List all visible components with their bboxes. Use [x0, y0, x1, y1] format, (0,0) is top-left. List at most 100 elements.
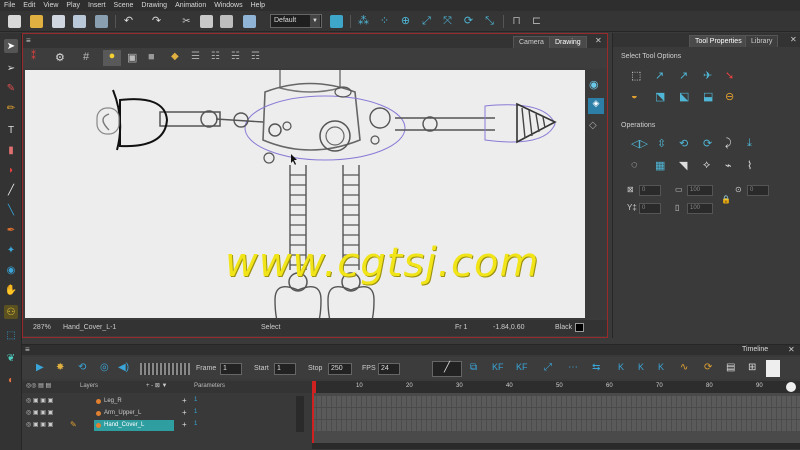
start-field[interactable]: 1: [274, 363, 296, 375]
stop-motion-icon[interactable]: ⇆: [592, 362, 600, 373]
y-position-field[interactable]: 0: [639, 203, 661, 214]
hand-tool-icon[interactable]: ✋: [4, 283, 18, 297]
scale-icon[interactable]: ⤡: [483, 15, 496, 28]
workspace-icon[interactable]: [243, 15, 256, 28]
add-parameter-icon[interactable]: +: [182, 420, 187, 429]
layer-row[interactable]: ◎ ▣ ▣ ▣ Leg_R + 1: [22, 396, 296, 407]
grid-icon[interactable]: #: [83, 51, 97, 65]
pen-settings-icon[interactable]: ⁑: [31, 51, 47, 65]
menu-scene[interactable]: Scene: [114, 2, 134, 9]
snap-grid-icon[interactable]: ⬓: [703, 90, 717, 104]
menu-play[interactable]: Play: [66, 2, 80, 9]
motion-path-icon[interactable]: ⤢: [544, 362, 552, 373]
menu-icon[interactable]: ≡: [25, 345, 30, 354]
menu-file[interactable]: File: [4, 2, 15, 9]
reset-icon[interactable]: ⟳: [704, 362, 712, 373]
interpolation-select[interactable]: ╱: [432, 361, 462, 377]
tab-drawing[interactable]: Drawing: [549, 36, 587, 48]
zoom-level[interactable]: 287%: [33, 324, 51, 331]
frames-area[interactable]: 10 20 30 40 50 60 70 80 90: [312, 381, 800, 443]
cutter-icon[interactable]: ⟡: [703, 159, 717, 173]
layer-row[interactable]: ◎ ▣ ▣ ▣ Arm_Upper_L + 1: [22, 408, 296, 419]
rotate-cw-icon[interactable]: ⟳: [703, 137, 717, 151]
vectorize-icon[interactable]: ⌇: [747, 159, 761, 173]
redo-icon[interactable]: ↷: [150, 15, 163, 28]
light-table-icon[interactable]: ⁘: [378, 15, 391, 28]
gear-icon[interactable]: ⚙: [55, 51, 69, 65]
color-swatch[interactable]: [575, 323, 584, 332]
ease-curve-icon[interactable]: ∿: [680, 362, 688, 373]
select-color-icon[interactable]: ➘: [725, 69, 739, 83]
close-icon[interactable]: ✕: [788, 345, 795, 354]
visibility-header-icon[interactable]: ◎◎ ▤ ▤: [26, 382, 51, 389]
width-field[interactable]: 100: [687, 185, 713, 196]
keyframe-icon[interactable]: K: [658, 362, 664, 372]
select-brush-icon[interactable]: ↗: [655, 69, 669, 83]
play-selection-icon[interactable]: ✸: [56, 362, 64, 373]
play-icon[interactable]: ▶: [36, 362, 44, 373]
flatten-icon[interactable]: ⤓: [747, 137, 761, 151]
page-icon[interactable]: [766, 360, 780, 377]
select-fill-icon[interactable]: ✈: [703, 69, 717, 83]
layer-flip-icon[interactable]: ☶: [251, 51, 265, 65]
diamond-icon[interactable]: ◇: [589, 120, 603, 134]
menu-help[interactable]: Help: [251, 2, 265, 9]
tab-library[interactable]: Library: [745, 35, 779, 47]
sound-icon[interactable]: ◀): [118, 362, 129, 373]
layer-visibility-icon[interactable]: ◎ ▣ ▣ ▣: [26, 421, 53, 428]
select-stroke-icon[interactable]: ↗: [679, 69, 693, 83]
eraser-icon[interactable]: ▮: [4, 143, 18, 157]
add-parameter-icon[interactable]: +: [182, 396, 187, 405]
frame-ruler[interactable]: 10 20 30 40 50 60 70 80 90: [312, 381, 800, 393]
keyframe-icon[interactable]: K: [638, 362, 644, 372]
permanent-selection-icon[interactable]: ◒: [631, 90, 645, 104]
dropper-icon[interactable]: ✒: [4, 223, 18, 237]
rotate-ccw-icon[interactable]: ⟲: [679, 137, 693, 151]
keyframe-icon[interactable]: K: [618, 362, 624, 372]
rotate-icon[interactable]: ⟳: [462, 15, 475, 28]
transform-tool-icon[interactable]: ⚇: [4, 305, 18, 319]
transform-icon[interactable]: ⤢: [420, 15, 433, 28]
select-strokes-icon[interactable]: ⬔: [655, 90, 669, 104]
playhead[interactable]: [312, 381, 316, 393]
menu-icon[interactable]: ≡: [26, 36, 31, 45]
layer-row-selected[interactable]: ◎ ▣ ▣ ▣ ✎ Hand_Cover_L + 1: [22, 420, 296, 431]
snap-contour-icon[interactable]: ⬕: [679, 90, 693, 104]
keyframe-icon[interactable]: KF: [492, 362, 504, 372]
flip-vertical-icon[interactable]: ⇳: [657, 137, 671, 151]
frame-icon[interactable]: ▣: [127, 51, 141, 65]
contour-editor-icon[interactable]: ➢: [4, 61, 18, 75]
line-tool-icon[interactable]: ╱: [4, 183, 18, 197]
x-position-field[interactable]: 0: [639, 185, 661, 196]
onion-skin-icon[interactable]: ⁂: [357, 15, 370, 28]
brush-icon[interactable]: ✎: [4, 81, 18, 95]
stroke-tool-icon[interactable]: ╲: [4, 203, 18, 217]
layer-down-icon[interactable]: ☷: [211, 51, 225, 65]
layer-mode-icon[interactable]: ◈: [588, 98, 604, 114]
fps-field[interactable]: 24: [378, 363, 400, 375]
layer-up-icon[interactable]: ☵: [231, 51, 245, 65]
undo-icon[interactable]: ↶: [122, 15, 135, 28]
height-field[interactable]: 100: [687, 203, 713, 214]
menu-animation[interactable]: Animation: [175, 2, 206, 9]
layer-stack-icon[interactable]: ☰: [191, 51, 205, 65]
grid-tool-icon[interactable]: ⬚: [4, 328, 18, 342]
menu-insert[interactable]: Insert: [88, 2, 106, 9]
lock-ratio-icon[interactable]: 🔒: [721, 195, 731, 204]
keyframe-icon[interactable]: KF: [516, 362, 528, 372]
tab-camera[interactable]: Camera: [513, 36, 550, 48]
loop-icon[interactable]: ⟲: [78, 362, 86, 373]
frame-row[interactable]: [312, 408, 800, 419]
grid-icon[interactable]: ⊞: [748, 362, 756, 373]
pencil-icon[interactable]: ✏: [4, 101, 18, 115]
stop-icon[interactable]: ◎: [100, 362, 109, 373]
close-icon[interactable]: ✕: [595, 36, 602, 45]
add-layer-icon[interactable]: + - ⊠ ▼: [146, 382, 167, 389]
menu-drawing[interactable]: Drawing: [141, 2, 167, 9]
pivot-icon[interactable]: ⊕: [399, 15, 412, 28]
cut-icon[interactable]: ✂: [180, 15, 193, 28]
snap-icon[interactable]: ⊏: [530, 15, 543, 28]
save-as-icon[interactable]: [73, 15, 86, 28]
angle-field[interactable]: 0: [747, 185, 769, 196]
morph-tool-icon[interactable]: ◉: [4, 263, 18, 277]
